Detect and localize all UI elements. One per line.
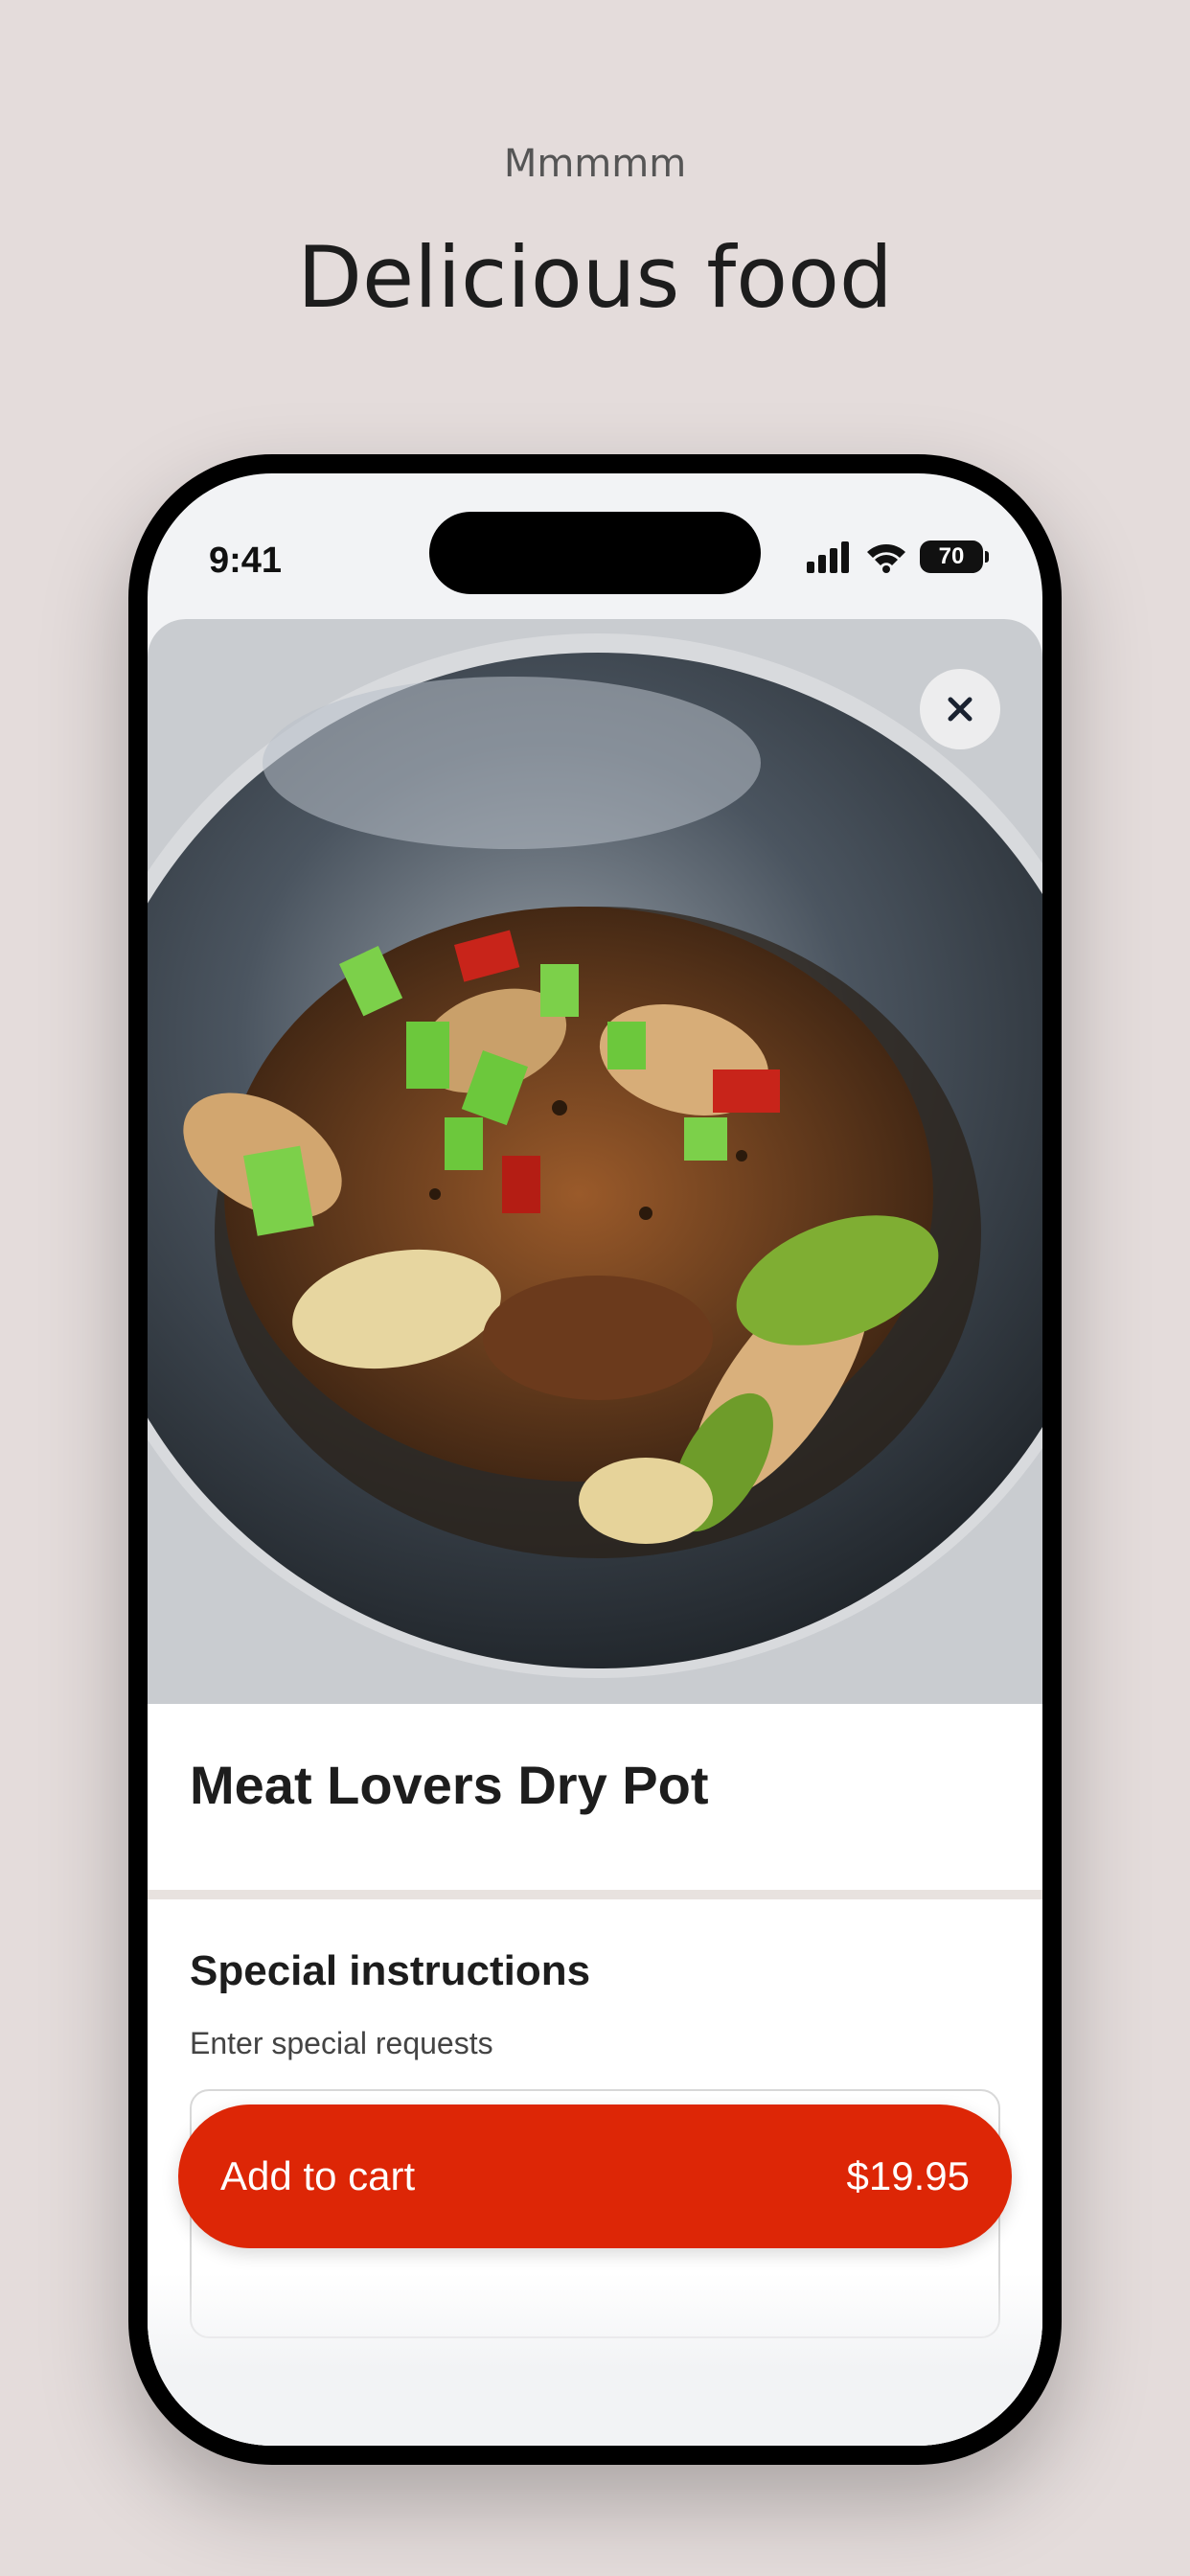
status-time: 9:41 bbox=[209, 540, 283, 581]
section-divider bbox=[148, 1890, 1042, 1899]
dynamic-island bbox=[429, 512, 761, 594]
item-title: Meat Lovers Dry Pot bbox=[190, 1755, 709, 1815]
battery-level: 70 bbox=[938, 543, 965, 569]
phone-screen: 9:41 70 Meat Lovers Dry Pot Special inst… bbox=[148, 473, 1042, 2446]
cellular-signal-icon bbox=[807, 541, 849, 573]
promo-title: Delicious food bbox=[297, 228, 893, 327]
special-instructions-label: Enter special requests bbox=[190, 2026, 493, 2060]
food-photo bbox=[148, 619, 1042, 1704]
battery-icon: 70 bbox=[920, 540, 989, 573]
add-to-cart-label: Add to cart bbox=[220, 2153, 416, 2198]
close-icon bbox=[948, 697, 973, 722]
add-to-cart-button[interactable]: Add to cart $19.95 bbox=[178, 2104, 1012, 2248]
promo-eyebrow: Mmmmm bbox=[503, 142, 687, 186]
phone-frame: 9:41 70 Meat Lovers Dry Pot Special inst… bbox=[128, 454, 1062, 2465]
special-instructions-heading: Special instructions bbox=[190, 1947, 591, 1994]
bottom-fade bbox=[148, 2273, 1042, 2446]
status-icons: 70 bbox=[805, 533, 989, 581]
cart-price: $19.95 bbox=[846, 2153, 970, 2198]
close-button[interactable] bbox=[920, 669, 1000, 749]
wifi-icon bbox=[867, 544, 905, 573]
